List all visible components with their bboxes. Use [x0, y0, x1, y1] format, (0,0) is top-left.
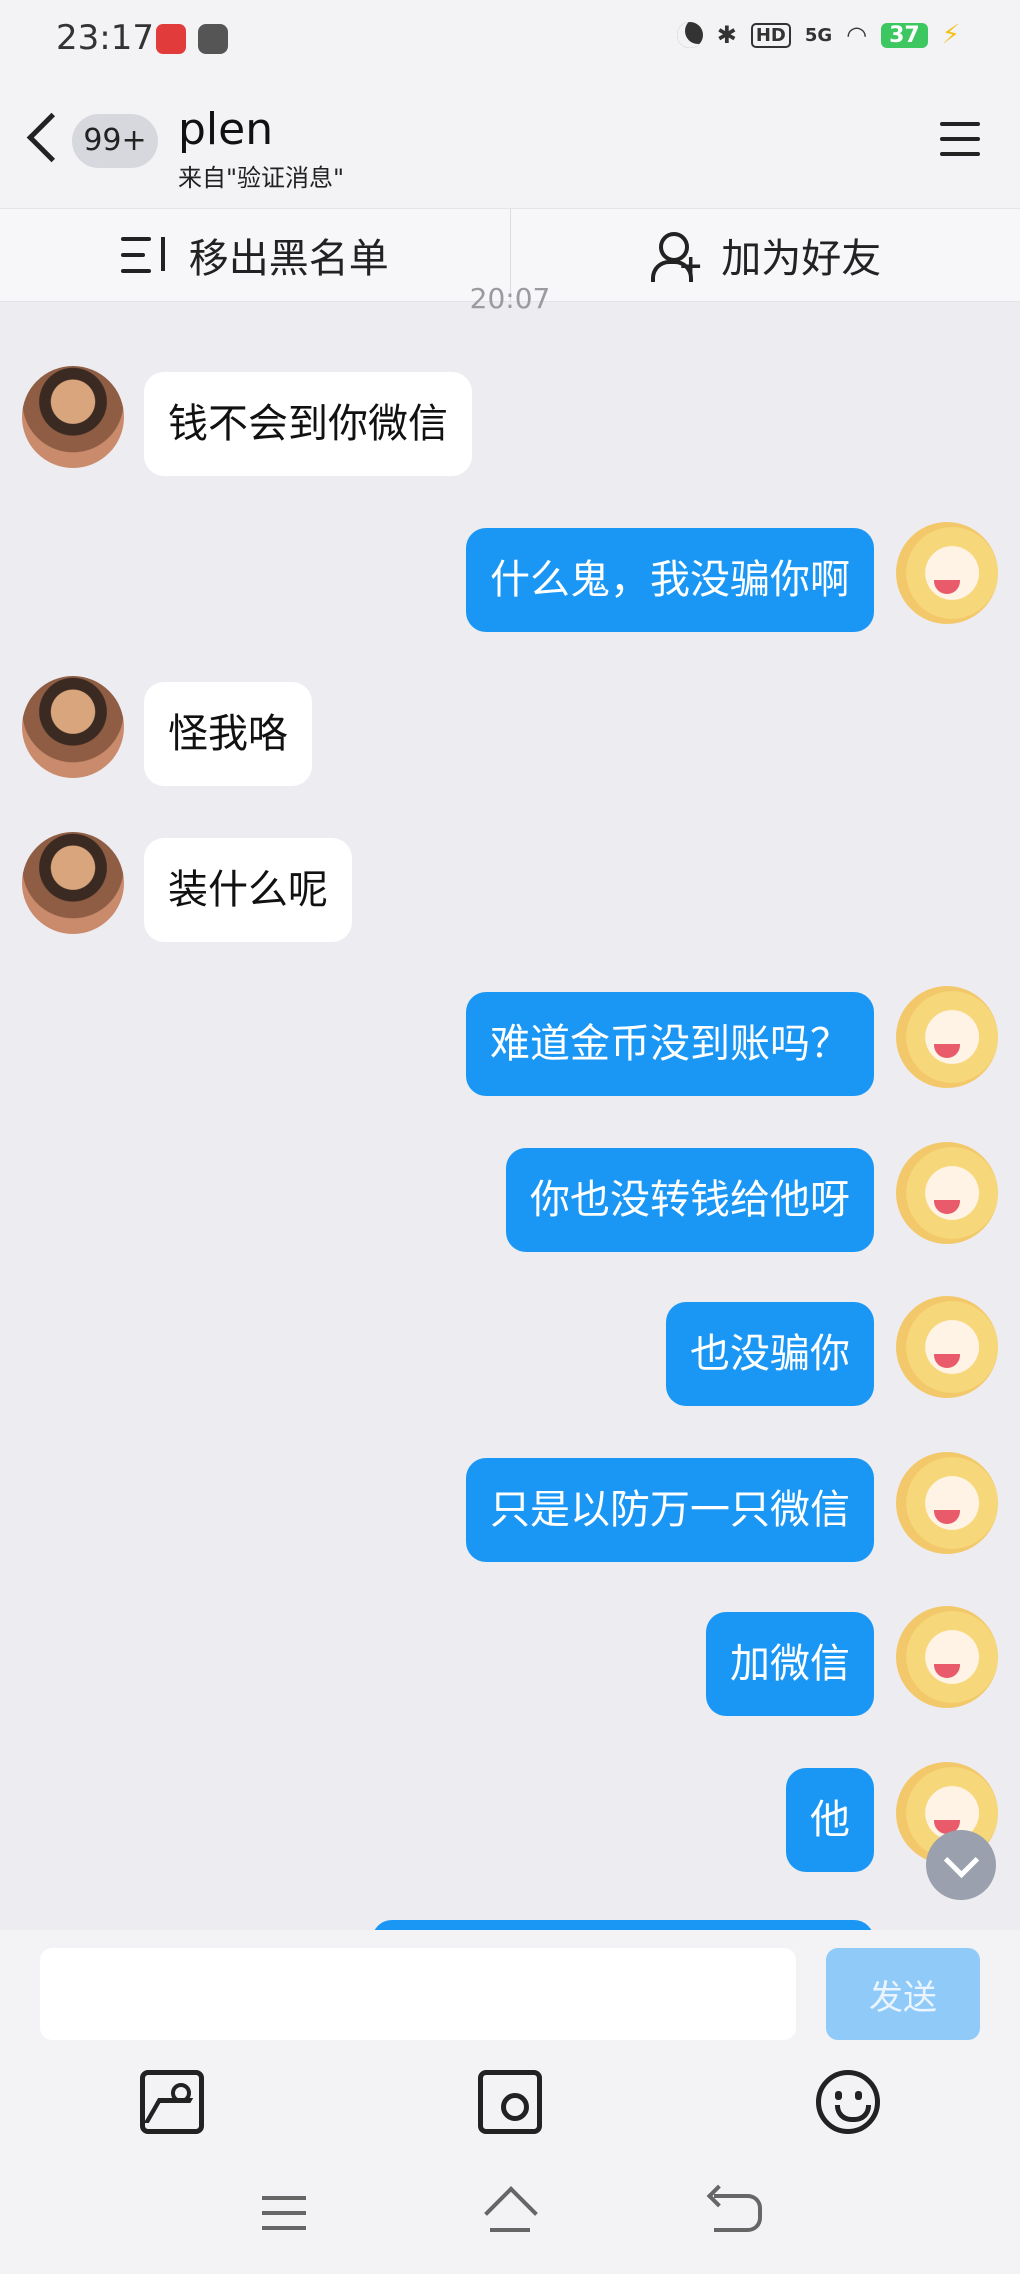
scroll-to-bottom-icon[interactable]: [926, 1830, 996, 1900]
hd-icon: HD: [750, 22, 791, 48]
message-row: 钱不会到你微信: [144, 372, 472, 476]
contact-name: plen: [178, 104, 274, 155]
remove-blacklist-label: 移出黑名单: [188, 236, 389, 282]
message-bubble[interactable]: 你也没转钱给他呀: [506, 1148, 874, 1252]
do-not-disturb-icon: [676, 22, 703, 48]
contact-avatar[interactable]: [22, 676, 124, 778]
my-avatar[interactable]: [896, 1142, 998, 1244]
charging-icon: ⚡: [941, 20, 960, 50]
message-row: 只是以防万一只微信: [466, 1458, 874, 1562]
home-icon[interactable]: [484, 2192, 536, 2236]
my-avatar[interactable]: [896, 986, 998, 1088]
message-bubble[interactable]: 他: [786, 1768, 874, 1872]
camera-icon[interactable]: [478, 2070, 542, 2134]
message-row: 什么鬼，我没骗你啊: [466, 528, 874, 632]
chat-header: 99+ plen 来自"验证消息": [0, 80, 1020, 208]
send-button[interactable]: 发送: [826, 1948, 980, 2040]
wifi-icon: ◠: [846, 21, 868, 49]
contact-source: 来自"验证消息": [178, 164, 345, 192]
back-nav-icon[interactable]: [714, 2194, 762, 2232]
add-friend-label: 加为好友: [721, 236, 882, 282]
my-avatar[interactable]: [896, 1296, 998, 1398]
status-bar: 23:17 ✱ HD 5G ◠ 37 ⚡: [0, 0, 1020, 80]
image-icon[interactable]: [140, 2070, 204, 2134]
message-bubble[interactable]: 怪我咯: [144, 682, 312, 786]
contact-avatar[interactable]: [22, 366, 124, 468]
my-avatar[interactable]: [896, 522, 998, 624]
message-row: 怪我咯: [144, 682, 312, 786]
message-input[interactable]: [40, 1948, 796, 2040]
message-bubble[interactable]: 只是以防万一只微信: [466, 1458, 874, 1562]
bluetooth-icon: ✱: [716, 21, 737, 49]
list-sort-icon: [120, 235, 167, 275]
recent-apps-icon[interactable]: [262, 2196, 306, 2232]
emoji-icon[interactable]: [816, 2070, 880, 2134]
battery-icon: 37: [881, 22, 928, 48]
message-bubble[interactable]: 加微信: [706, 1612, 874, 1716]
message-timestamp: 20:07: [469, 282, 551, 315]
menu-icon[interactable]: [940, 122, 980, 156]
game-app-icon: [198, 24, 228, 54]
status-icons: ✱ HD 5G ◠ 37 ⚡: [676, 20, 960, 50]
unread-count-badge[interactable]: 99+: [72, 114, 158, 168]
message-row: 难道金币没到账吗？: [466, 992, 874, 1096]
message-row: 他: [786, 1768, 874, 1872]
message-bubble[interactable]: 难道金币没到账吗？: [466, 992, 874, 1096]
message-row: 装什么呢: [144, 838, 352, 942]
contact-avatar[interactable]: [22, 832, 124, 934]
signal-icon: 5G: [804, 24, 833, 46]
back-icon[interactable]: [26, 112, 77, 163]
shopping-app-icon: [156, 24, 186, 54]
message-bubble[interactable]: 钱不会到你微信: [144, 372, 472, 476]
message-bubble[interactable]: 什么鬼，我没骗你啊: [466, 528, 874, 632]
my-avatar[interactable]: [896, 1452, 998, 1554]
my-avatar[interactable]: [896, 1606, 998, 1708]
message-row: 加微信: [706, 1612, 874, 1716]
message-bubble[interactable]: 装什么呢: [144, 838, 352, 942]
message-row: 也没骗你: [666, 1302, 874, 1406]
message-bubble[interactable]: 也没骗你: [666, 1302, 874, 1406]
message-row: 你也没转钱给他呀: [506, 1148, 874, 1252]
clock: 23:17: [56, 18, 154, 58]
add-person-icon: +: [649, 230, 703, 282]
